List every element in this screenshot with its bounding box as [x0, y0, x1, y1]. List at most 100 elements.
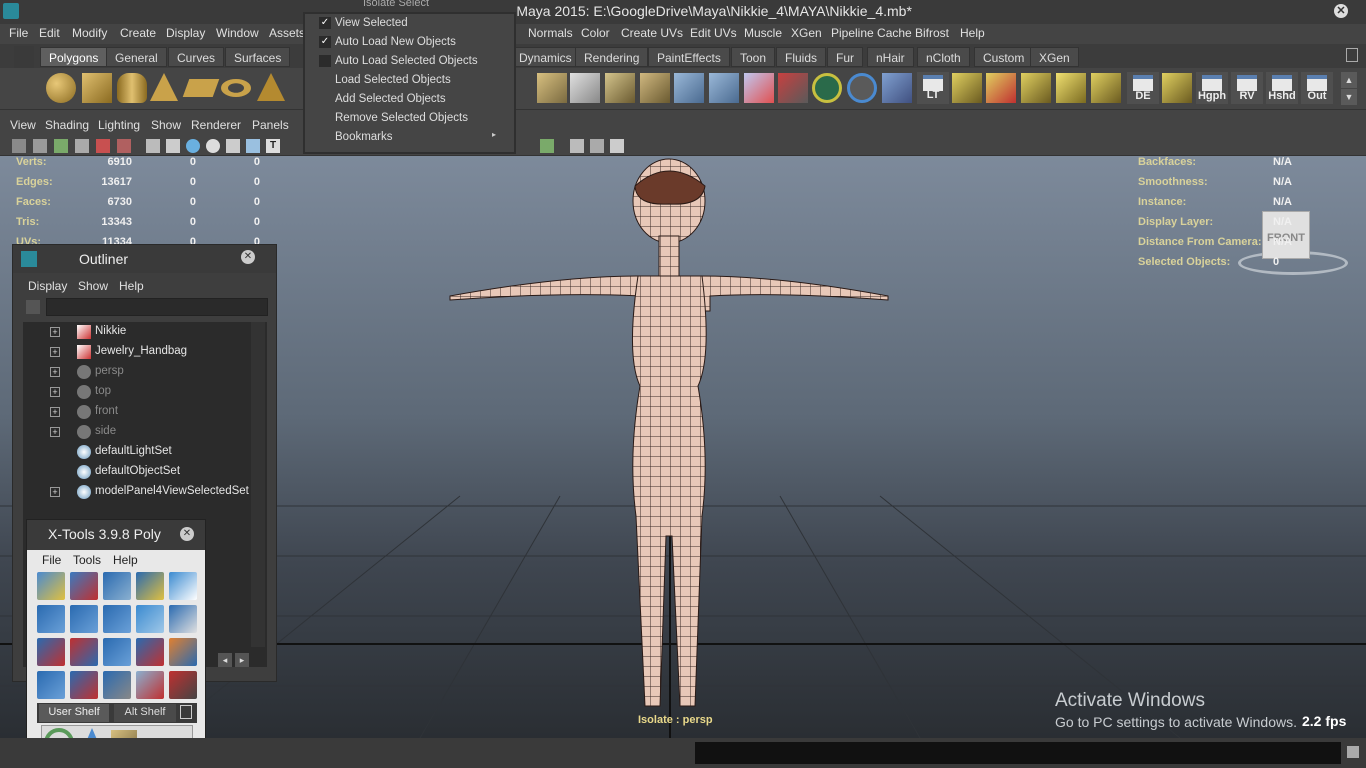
xtools-tool-5-icon[interactable] — [169, 572, 197, 600]
shelf-tool-15-icon[interactable] — [1056, 73, 1086, 103]
outliner-close-button[interactable]: ✕ — [241, 250, 255, 264]
grease-pencil-icon[interactable] — [117, 139, 131, 153]
outliner-menu-show[interactable]: Show — [78, 279, 108, 293]
checkbox-auto-load-new[interactable]: ✓ — [319, 36, 331, 48]
xtools-tool-2-icon[interactable] — [70, 572, 98, 600]
poly-sphere-icon[interactable] — [46, 73, 76, 103]
shelf-hshd-button[interactable]: Hshd — [1266, 72, 1298, 104]
wireframe-icon[interactable] — [146, 139, 160, 153]
expand-icon[interactable]: + — [50, 327, 60, 337]
list-item[interactable]: + Jewelry_Handbag — [23, 342, 251, 362]
tab-polygons[interactable]: Polygons — [40, 47, 108, 67]
panel-menu-shading[interactable]: Shading — [45, 118, 89, 132]
xtools-tool-13-icon[interactable] — [103, 638, 131, 666]
xtools-tool-15-icon[interactable] — [169, 638, 197, 666]
xray-icon[interactable] — [226, 139, 240, 153]
tab-dynamics[interactable]: Dynamics — [510, 47, 581, 67]
xtools-tool-9-icon[interactable] — [136, 605, 164, 633]
xtools-tool-19-icon[interactable] — [136, 671, 164, 699]
xtools-tool-6-icon[interactable] — [37, 605, 65, 633]
xtools-tool-8-icon[interactable] — [103, 605, 131, 633]
tab-curves[interactable]: Curves — [168, 47, 225, 67]
tab-user-shelf[interactable]: User Shelf — [39, 704, 109, 722]
menu-normals[interactable]: Normals — [528, 26, 573, 40]
scroll-left-icon[interactable]: ◂ — [218, 653, 232, 667]
xtools-tool-4-icon[interactable] — [136, 572, 164, 600]
menu-create-uvs[interactable]: Create UVs — [621, 26, 683, 40]
poly-torus-icon[interactable] — [221, 79, 251, 97]
shelf-tool-6-icon[interactable] — [709, 73, 739, 103]
shelf-tool-17-icon[interactable] — [1162, 73, 1192, 103]
smooth-shade-icon[interactable] — [186, 139, 200, 153]
menu-display[interactable]: Display — [166, 26, 205, 40]
shelf-tool-7-icon[interactable] — [744, 73, 774, 103]
xtools-tool-12-icon[interactable] — [70, 638, 98, 666]
poly-pyramid-icon[interactable] — [257, 73, 285, 101]
outliner-scrollbar[interactable] — [251, 322, 265, 647]
outliner-menu-display[interactable]: Display — [28, 279, 67, 293]
expand-icon[interactable]: + — [50, 427, 60, 437]
menu-assets[interactable]: Assets — [269, 26, 305, 40]
frame-all-icon[interactable] — [570, 139, 584, 153]
poly-cylinder-icon[interactable] — [117, 73, 147, 103]
xtools-tool-1-icon[interactable] — [37, 572, 65, 600]
menu-item-remove-selected[interactable]: Remove Selected Objects — [335, 112, 468, 124]
list-item[interactable]: defaultLightSet — [23, 442, 251, 462]
expand-icon[interactable]: + — [50, 487, 60, 497]
tab-xgen[interactable]: XGen — [1030, 47, 1079, 67]
xtools-menu-file[interactable]: File — [42, 553, 61, 567]
xtools-tool-7-icon[interactable] — [70, 605, 98, 633]
default-material-icon[interactable] — [206, 139, 220, 153]
shelf-tool-10-icon[interactable] — [847, 73, 877, 103]
window-close-button[interactable]: ✕ — [1334, 4, 1348, 18]
menu-muscle[interactable]: Muscle — [744, 26, 782, 40]
shelf-tool-8-icon[interactable] — [778, 73, 808, 103]
poly-cube-icon[interactable] — [82, 73, 112, 103]
expand-icon[interactable]: + — [50, 347, 60, 357]
tab-toon[interactable]: Toon — [731, 47, 776, 67]
shelf-scroll-down-icon[interactable]: ▼ — [1341, 89, 1357, 105]
tab-fluids[interactable]: Fluids — [776, 47, 827, 67]
poly-plane-icon[interactable] — [182, 79, 220, 97]
tab-alt-shelf[interactable]: Alt Shelf — [114, 704, 176, 722]
xtools-tool-3-icon[interactable] — [103, 572, 131, 600]
character-mesh[interactable] — [440, 156, 900, 716]
menu-item-auto-load-new[interactable]: Auto Load New Objects — [335, 36, 456, 48]
outliner-titlebar[interactable] — [13, 245, 276, 273]
frame-selected-icon[interactable] — [590, 139, 604, 153]
xtools-tool-17-icon[interactable] — [70, 671, 98, 699]
outliner-search-input[interactable] — [46, 298, 268, 316]
shelf-tool-3-icon[interactable] — [605, 73, 635, 103]
shelf-scroll-up-icon[interactable]: ▲ — [1341, 72, 1357, 88]
xtools-tool-14-icon[interactable] — [136, 638, 164, 666]
shelf-tool-14-icon[interactable] — [1021, 73, 1051, 103]
menu-file[interactable]: File — [9, 26, 28, 40]
panel-menu-renderer[interactable]: Renderer — [191, 118, 241, 132]
menu-edit-uvs[interactable]: Edit UVs — [690, 26, 737, 40]
xtools-tool-11-icon[interactable] — [37, 638, 65, 666]
list-item[interactable]: defaultObjectSet — [23, 462, 251, 482]
xtools-menu-help[interactable]: Help — [113, 553, 138, 567]
shelf-tool-5-icon[interactable] — [674, 73, 704, 103]
trash-icon[interactable] — [1346, 48, 1358, 62]
textured-icon[interactable]: T — [266, 139, 280, 153]
tab-custom[interactable]: Custom — [974, 47, 1034, 67]
menu-item-load-selected[interactable]: Load Selected Objects — [335, 74, 451, 86]
shelf-lt-button[interactable]: LT — [917, 72, 949, 104]
menu-bifrost[interactable]: Bifrost — [915, 26, 949, 40]
grid-icon[interactable] — [166, 139, 180, 153]
shelf-tool-13-icon[interactable] — [986, 73, 1016, 103]
panel-menu-view[interactable]: View — [10, 118, 36, 132]
shelf-tool-12-icon[interactable] — [952, 73, 982, 103]
2d-pan-icon[interactable] — [96, 139, 110, 153]
tab-surfaces[interactable]: Surfaces — [225, 47, 291, 67]
tab-ncloth[interactable]: nCloth — [917, 47, 970, 67]
checkbox-auto-load-selected[interactable] — [319, 55, 331, 67]
checkbox-view-selected[interactable]: ✓ — [319, 17, 331, 29]
bookmarks-icon[interactable] — [54, 139, 68, 153]
outliner-menu-help[interactable]: Help — [119, 279, 144, 293]
shelf-tool-16-icon[interactable] — [1091, 73, 1121, 103]
xtools-close-button[interactable]: ✕ — [180, 527, 194, 541]
isolate-select-icon[interactable] — [540, 139, 554, 153]
shelf-out-button[interactable]: Out — [1301, 72, 1333, 104]
